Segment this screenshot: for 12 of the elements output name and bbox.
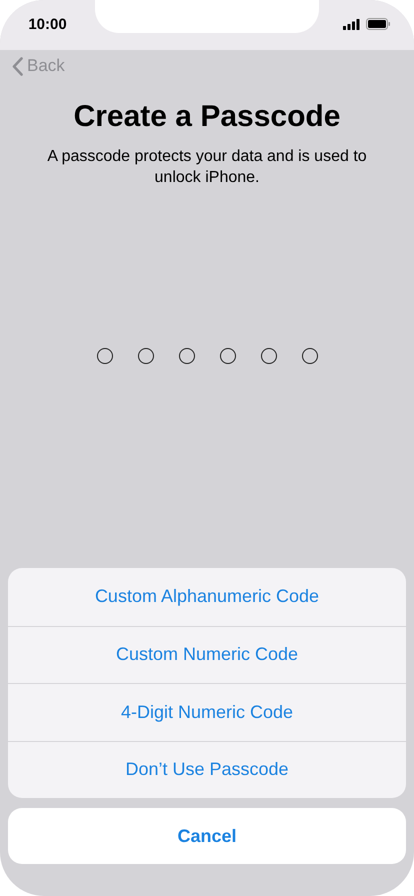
chevron-left-icon [12,56,23,76]
sheet-option[interactable]: Don’t Use Passcode [8,740,406,798]
cancel-button[interactable]: Cancel [8,808,406,864]
battery-icon [366,18,390,30]
sheet-option[interactable]: 4-Digit Numeric Code [8,683,406,740]
signal-icon [342,18,360,30]
description: A passcode protects your data and is used to unlock iPhone. [46,147,368,188]
status-time: 10:00 [28,16,67,32]
screen-title: Create a Passcode [74,100,340,134]
sheet-option[interactable]: Custom Numeric Code [8,626,406,683]
back-button[interactable]: Back [12,56,65,76]
sheet-option[interactable]: Custom Alphanumeric Code [8,568,406,626]
